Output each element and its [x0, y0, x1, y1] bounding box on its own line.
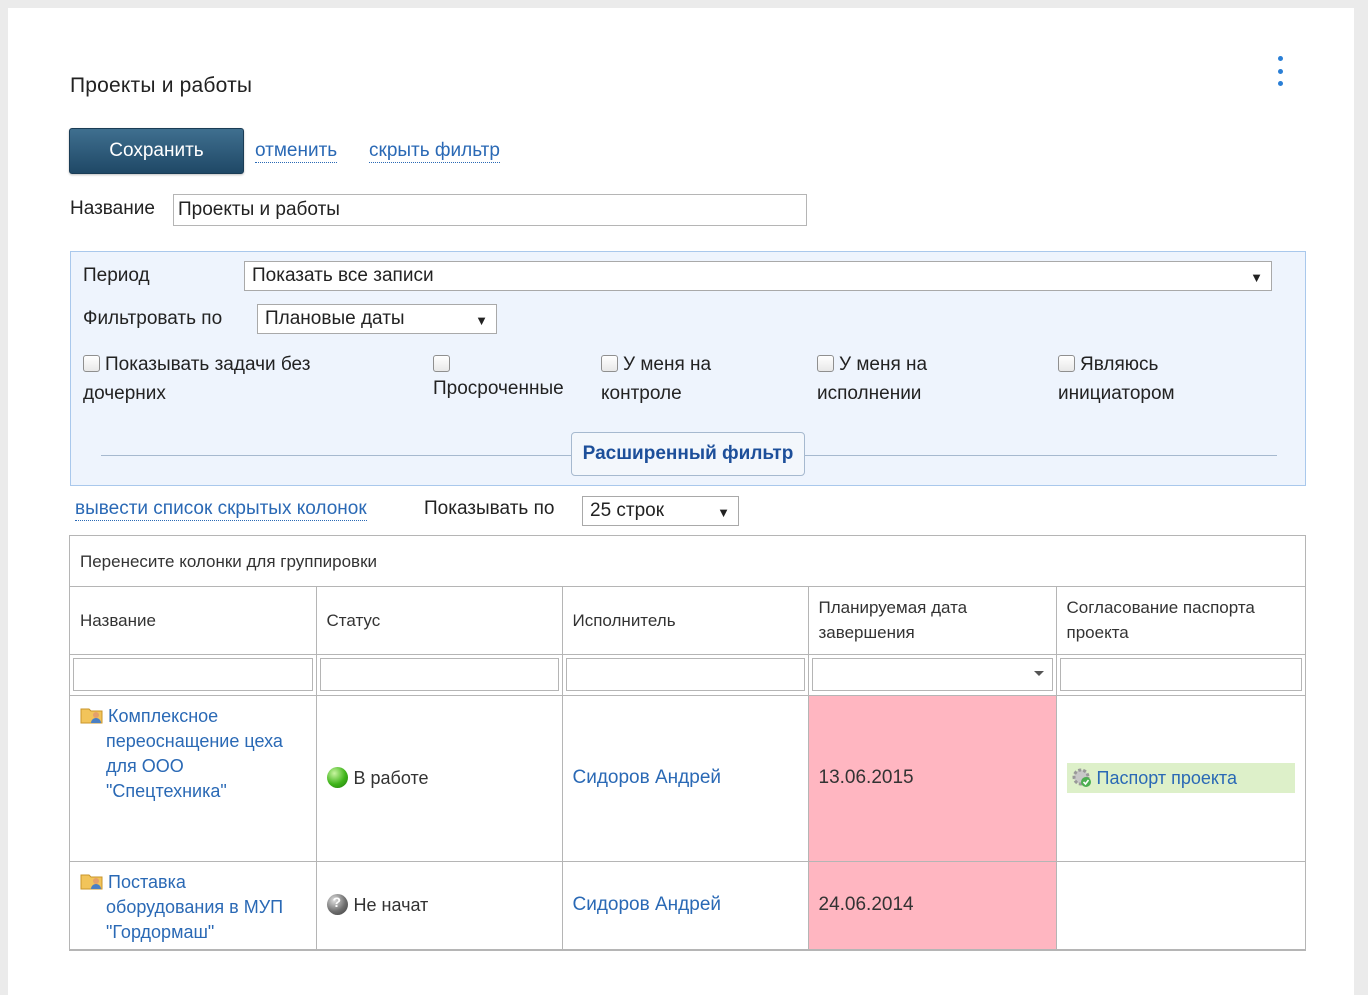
project-folder-icon — [80, 708, 103, 723]
checkbox-box[interactable] — [83, 355, 100, 372]
column-filter-name[interactable] — [73, 658, 313, 691]
filter-by-label: Фильтровать по — [83, 308, 223, 329]
period-select-value: Показать все записи — [252, 265, 434, 286]
column-header-assignee[interactable]: Исполнитель — [561, 587, 809, 655]
status-not-started-icon — [326, 894, 348, 915]
assignee-link[interactable]: Сидоров Андрей — [573, 894, 722, 915]
filter-by-select[interactable]: Плановые даты ▼ — [257, 304, 497, 334]
column-header-name[interactable]: Название — [70, 587, 317, 655]
due-date: 24.06.2014 — [818, 894, 914, 915]
advanced-filter-button[interactable]: Расширенный фильтр — [571, 432, 805, 476]
column-header-passport[interactable]: Согласование паспорта проекта — [1055, 587, 1305, 655]
checkbox-my-execution[interactable]: У меня на исполнении — [817, 350, 927, 408]
period-label: Период — [83, 265, 150, 286]
checkbox-label: Являюсь — [1080, 354, 1159, 375]
page-size-value: 25 строк — [590, 500, 665, 521]
checkbox-box[interactable] — [1058, 355, 1075, 372]
column-filter-status[interactable] — [319, 658, 559, 691]
project-folder-icon — [80, 874, 103, 889]
checkbox-label: Показывать задачи без — [105, 354, 311, 375]
checkbox-label: дочерних — [83, 383, 166, 404]
table-row[interactable]: Комплексное переоснащение цеха для ООО "… — [70, 694, 1305, 862]
main-panel: Проекты и работы Сохранить отменить скры… — [8, 8, 1354, 995]
checkbox-label: контроле — [601, 383, 682, 404]
filter-by-select-value: Плановые даты — [265, 308, 405, 329]
checkbox-initiator[interactable]: Являюсь инициатором — [1058, 350, 1175, 408]
page-title: Проекты и работы — [70, 74, 253, 97]
checkbox-no-children[interactable]: Показывать задачи без дочерних — [83, 350, 310, 408]
projects-table: Название Статус Исполнитель Планируемая … — [70, 587, 1305, 950]
passport-link[interactable]: Паспорт проекта — [1066, 763, 1295, 793]
checkbox-label: У меня на — [839, 354, 928, 375]
group-drop-zone[interactable]: Перенесите колонки для группировки — [70, 536, 1305, 587]
column-filter-assignee[interactable] — [565, 658, 805, 691]
column-filter-due-date[interactable] — [811, 658, 1053, 691]
checkbox-label: инициатором — [1058, 383, 1175, 404]
chevron-down-icon: ▼ — [475, 313, 488, 328]
filter-panel: Период Показать все записи ▼ Фильтровать… — [70, 251, 1306, 486]
column-header-due-date[interactable]: Планируемая дата завершения — [807, 587, 1057, 655]
project-name[interactable]: Поставка оборудования в МУП "Гордормаш" — [106, 872, 283, 942]
name-label: Название — [70, 198, 155, 219]
checkbox-box[interactable] — [601, 355, 618, 372]
checkbox-overdue[interactable]: Просроченные — [433, 350, 564, 408]
assignee-link[interactable]: Сидоров Андрей — [573, 767, 722, 788]
checkbox-my-control[interactable]: У меня на контроле — [601, 350, 711, 408]
column-header-status[interactable]: Статус — [315, 587, 563, 655]
project-link[interactable]: Поставка оборудования в МУП "Гордормаш" — [80, 870, 306, 945]
status-text: Не начат — [353, 895, 429, 915]
page-size-select[interactable]: 25 строк ▼ — [582, 496, 739, 526]
checkbox-label: У меня на — [623, 354, 712, 375]
checkbox-label: исполнении — [817, 383, 922, 404]
chevron-down-icon: ▼ — [1250, 270, 1263, 285]
hidden-columns-link[interactable]: вывести список скрытых колонок — [75, 498, 367, 521]
status-text: В работе — [353, 768, 429, 788]
approved-gear-icon — [1072, 768, 1091, 787]
status-in-progress-icon — [326, 767, 348, 788]
projects-grid: Перенесите колонки для группировки Назва… — [69, 535, 1306, 951]
passport-label[interactable]: Паспорт проекта — [1097, 768, 1237, 788]
checkbox-box[interactable] — [817, 355, 834, 372]
cancel-link[interactable]: отменить — [255, 140, 338, 163]
save-button[interactable]: Сохранить — [69, 128, 244, 174]
name-input[interactable] — [173, 194, 807, 226]
project-name[interactable]: Комплексное переоснащение цеха для ООО "… — [106, 706, 283, 801]
project-link[interactable]: Комплексное переоснащение цеха для ООО "… — [80, 704, 306, 804]
column-filter-passport[interactable] — [1059, 658, 1302, 691]
kebab-menu-icon[interactable] — [1274, 56, 1286, 86]
show-by-label: Показывать по — [424, 498, 555, 519]
checkbox-box[interactable] — [433, 355, 450, 372]
table-row[interactable]: Поставка оборудования в МУП "Гордормаш" … — [70, 860, 1305, 950]
dropdown-arrow-icon[interactable] — [1033, 671, 1044, 676]
hide-filter-link[interactable]: скрыть фильтр — [369, 140, 500, 163]
checkbox-label: Просроченные — [433, 378, 564, 399]
due-date: 13.06.2015 — [818, 767, 914, 788]
chevron-down-icon: ▼ — [717, 505, 730, 520]
period-select[interactable]: Показать все записи ▼ — [244, 261, 1272, 291]
passport-empty-cell — [1055, 860, 1305, 950]
